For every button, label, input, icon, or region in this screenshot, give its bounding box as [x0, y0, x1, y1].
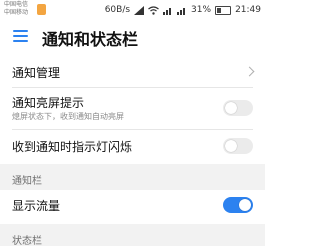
- notification-manage-item[interactable]: 通知管理: [0, 58, 265, 86]
- indicator-led-item[interactable]: 收到通知时指示灯闪烁: [0, 132, 265, 160]
- section-status-bar-label: 状态栏: [12, 236, 42, 247]
- notification-manage-label: 通知管理: [12, 66, 61, 80]
- sim-1-signal-icon: [163, 7, 172, 15]
- toggle-knob: [225, 102, 237, 114]
- divider: [12, 129, 253, 130]
- status-bar: 中国电信 中国移动 60B/s 31% 21:49: [0, 0, 265, 20]
- indicator-led-label: 收到通知时指示灯闪烁: [12, 140, 133, 154]
- network-speed: 60B/s: [104, 5, 131, 15]
- sim-2-signal-icon: [177, 7, 186, 15]
- carrier-1: 中国电信: [4, 1, 29, 8]
- page-title: 通知和状态栏: [42, 30, 139, 49]
- toggle-knob: [239, 199, 251, 211]
- section-notification-bar-label: 通知栏: [12, 176, 42, 187]
- divider: [12, 87, 253, 88]
- clock: 21:49: [235, 5, 261, 15]
- section-status-bar: 状态栏: [0, 224, 265, 247]
- indicator-led-toggle[interactable]: [223, 138, 253, 154]
- battery-percent: 31%: [191, 5, 212, 15]
- app-bar: 通知和状态栏: [0, 20, 265, 52]
- carrier-2: 中国移动: [4, 9, 29, 16]
- status-right-group: 60B/s 31% 21:49: [105, 3, 261, 17]
- section-notification-bar: 通知栏: [0, 164, 265, 190]
- screen-on-tip-item[interactable]: 通知亮屏提示 熄屏状态下，收到通知自动亮屏: [0, 90, 265, 128]
- screen-on-tip-subtitle: 熄屏状态下，收到通知自动亮屏: [12, 112, 124, 121]
- screen-on-tip-label: 通知亮屏提示: [12, 96, 85, 110]
- show-traffic-toggle[interactable]: [223, 197, 253, 213]
- app-notification-icon: [37, 4, 46, 15]
- show-traffic-label: 显示流量: [12, 199, 61, 213]
- carrier-info: 中国电信 中国移动: [4, 1, 28, 17]
- show-traffic-item[interactable]: 显示流量: [0, 190, 265, 220]
- signal-icon: [134, 5, 145, 15]
- wifi-icon: [148, 5, 159, 15]
- menu-icon[interactable]: [13, 30, 28, 42]
- battery-icon: [215, 5, 232, 15]
- screen-on-tip-toggle[interactable]: [223, 100, 253, 116]
- chevron-right-icon: [244, 66, 255, 77]
- toggle-knob: [225, 140, 237, 152]
